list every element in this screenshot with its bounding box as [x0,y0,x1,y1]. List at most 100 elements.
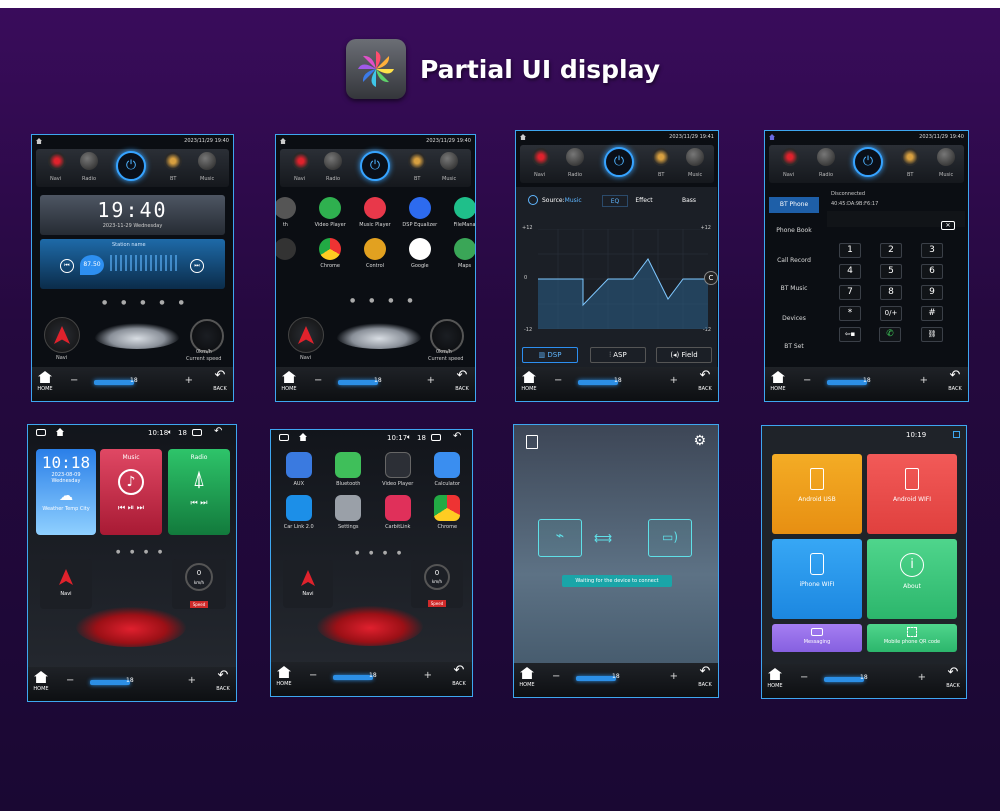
app-settings[interactable]: Settings [325,495,373,530]
volume-up-button[interactable]: + [918,672,926,683]
radio-card[interactable]: Radio ⍋ ⏮ ⏭ [168,449,230,535]
tile-iphone-wifi[interactable]: iPhone WIFI [772,539,862,619]
home-button[interactable]: HOME [31,669,51,699]
home-button[interactable]: HOME [279,369,299,399]
dial-key[interactable]: 8 [880,285,902,300]
dial-key[interactable]: 9 [921,285,943,300]
menu-icon[interactable] [279,434,289,441]
volume-up-button[interactable]: + [427,375,435,386]
menu-bt-phone[interactable]: BT Phone [769,197,819,213]
volume-down-button[interactable]: − [66,675,74,686]
app-partial-left[interactable]: th [276,197,307,228]
app-google[interactable]: Google [398,238,441,269]
volume-slider[interactable] [576,676,616,681]
dial-key[interactable]: * [839,306,861,321]
dial-key[interactable]: 2 [880,243,902,258]
volume-slider[interactable] [824,677,864,682]
navi-button[interactable] [44,317,80,353]
menu-phone-book[interactable]: Phone Book [769,227,819,234]
back-button[interactable]: ↶ BACK [213,669,233,699]
volume-down-button[interactable]: − [554,375,562,386]
volume-down-button[interactable]: − [309,670,317,681]
app-music-player[interactable]: Music Player [354,197,397,228]
backspace-icon[interactable]: ✕ [941,221,955,230]
tile-qr-code[interactable]: Mobile phone QR code [867,624,957,652]
dial-key[interactable]: 1 [839,243,861,258]
home-button[interactable]: HOME [517,665,537,695]
music-dock-icon[interactable] [198,152,216,170]
volume-down-button[interactable]: − [803,375,811,386]
tile-about[interactable]: i About [867,539,957,619]
navi-dock-icon[interactable] [532,148,550,166]
dial-key-call[interactable]: ✆ [879,327,901,342]
bt-dock-icon[interactable] [901,148,919,166]
radio-dock-icon[interactable] [324,152,342,170]
volume-up-button[interactable]: + [424,670,432,681]
back-button[interactable]: ↶ BACK [695,665,715,695]
dial-key[interactable]: 4 [839,264,861,279]
tile-android-usb[interactable]: Android USB [772,454,862,534]
volume-slider[interactable] [90,680,130,685]
menu-icon[interactable] [36,429,46,436]
window-icon[interactable] [431,434,441,441]
tab-effect[interactable]: Effect [630,195,658,207]
back-button[interactable]: ↶ BACK [945,369,965,399]
volume-up-button[interactable]: + [670,671,678,682]
exit-icon[interactable] [526,435,538,449]
dial-key[interactable]: 0/+ [880,306,902,321]
dial-key[interactable]: 7 [839,285,861,300]
home-small-icon[interactable] [299,433,307,441]
volume-slider[interactable] [94,380,134,385]
dial-key-transfer[interactable]: ⇦▪ [839,327,861,342]
music-card[interactable]: Music ♪ ⏮ ⏯ ⏭ [100,449,162,535]
next-station-button[interactable]: ⏭ [190,259,204,273]
bt-dock-icon[interactable] [652,148,670,166]
clock-weather-card[interactable]: 10:18 2023-08-09 Wednesday ☁ Weather Tem… [36,449,96,535]
radio-dock-icon[interactable] [80,152,98,170]
back-button[interactable]: ↶ BACK [943,666,963,696]
asp-button[interactable]: ⫶ ASP [590,347,646,363]
clock-widget[interactable]: 19:40 2023-11-29 Wednesday [40,195,225,235]
gear-icon[interactable]: ⚙ [693,433,706,449]
app-aux[interactable]: AUX [275,452,323,487]
dial-key[interactable]: 5 [880,264,902,279]
volume-down-button[interactable]: − [314,375,322,386]
navi-dock-icon[interactable] [48,152,66,170]
home-button[interactable]: HOME [274,664,294,694]
tab-eq[interactable]: EQ [602,195,628,207]
app-chrome[interactable]: Chrome [424,495,472,530]
back-button[interactable]: ↶ BACK [695,369,715,399]
navi-card[interactable]: Navi [283,560,333,608]
volume-slider[interactable] [578,380,618,385]
bt-dock-icon[interactable] [408,152,426,170]
dsp-button[interactable]: ▥ DSP [522,347,578,363]
tile-messaging[interactable]: Messaging [772,624,862,652]
home-button[interactable]: HOME [768,369,788,399]
back-button[interactable]: ↶ BACK [449,664,469,694]
radio-widget[interactable]: Station name ⏮ 87.50 ⏭ [40,239,225,289]
app-file-manager[interactable]: FileMana [443,197,475,228]
tab-bass[interactable]: Bass [676,195,702,207]
app-chrome[interactable]: Chrome [309,238,352,269]
navi-dock-icon[interactable] [781,148,799,166]
back-small-icon[interactable]: ↶ [453,431,461,442]
navi-button[interactable] [288,317,324,353]
volume-down-button[interactable]: − [800,672,808,683]
menu-bt-set[interactable]: BT Set [769,343,819,350]
home-button[interactable]: HOME [765,666,785,696]
menu-call-record[interactable]: Call Record [769,257,819,264]
back-button[interactable]: ↶ BACK [210,369,230,399]
volume-down-button[interactable]: − [70,375,78,386]
window-icon[interactable] [192,429,202,436]
music-dock-icon[interactable] [440,152,458,170]
volume-up-button[interactable]: + [185,375,193,386]
field-button[interactable]: (◂) Field [656,347,712,363]
dial-key[interactable]: 3 [921,243,943,258]
music-dock-icon[interactable] [937,148,955,166]
dial-key[interactable]: # [921,306,943,321]
volume-slider[interactable] [827,380,867,385]
navi-card[interactable]: Navi [40,559,92,609]
app-dsp-equalizer[interactable]: DSP Equalizer [398,197,441,228]
power-icon[interactable]: ⏻ [116,151,146,181]
app-carbitlink[interactable]: CarbitLink [374,495,422,530]
